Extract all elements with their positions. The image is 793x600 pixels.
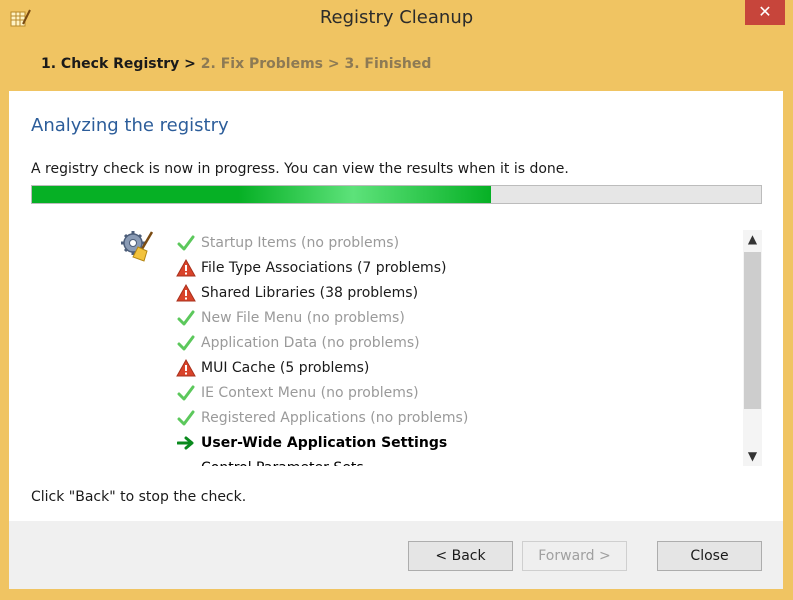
blank-icon <box>175 458 197 467</box>
title-bar: Registry Cleanup ✕ <box>0 0 793 36</box>
page-title: Analyzing the registry <box>31 115 229 136</box>
content-panel: Analyzing the registry A registry check … <box>9 91 783 521</box>
step-check-registry: 1. Check Registry > <box>41 56 196 72</box>
result-label: Registered Applications (no problems) <box>201 409 469 426</box>
window-title: Registry Cleanup <box>319 7 474 28</box>
close-window-button[interactable]: ✕ <box>745 0 785 25</box>
result-item: User-Wide Application Settings <box>175 430 735 455</box>
result-item: Startup Items (no problems) <box>175 230 735 255</box>
warning-icon <box>175 283 197 303</box>
wizard-steps: 1. Check Registry > 2. Fix Problems > 3.… <box>41 56 431 72</box>
results-list: Startup Items (no problems) File Type Ass… <box>175 230 735 466</box>
result-item: File Type Associations (7 problems) <box>175 255 735 280</box>
progress-bar <box>31 185 762 204</box>
check-icon <box>175 383 197 403</box>
results-scrollbar[interactable]: ▲ ▼ <box>743 230 762 466</box>
scroll-down-arrow-icon[interactable]: ▼ <box>743 447 762 466</box>
result-item: Registered Applications (no problems) <box>175 405 735 430</box>
stop-instruction: Click "Back" to stop the check. <box>31 489 247 505</box>
check-icon <box>175 333 197 353</box>
button-bar: < Back Forward > Close <box>9 521 783 589</box>
scroll-up-arrow-icon[interactable]: ▲ <box>743 230 762 249</box>
result-label: Startup Items (no problems) <box>201 234 400 251</box>
close-button[interactable]: Close <box>657 541 762 571</box>
result-item: Shared Libraries (38 problems) <box>175 280 735 305</box>
step-fix-problems: 2. Fix Problems > <box>200 56 340 72</box>
step-finished: 3. Finished <box>344 56 432 72</box>
arrow-right-icon <box>175 433 197 453</box>
result-label: Shared Libraries (38 problems) <box>201 284 419 301</box>
progress-bar-fill <box>32 186 492 203</box>
result-item: IE Context Menu (no problems) <box>175 380 735 405</box>
check-icon <box>175 233 197 253</box>
result-item: New File Menu (no problems) <box>175 305 735 330</box>
progress-description: A registry check is now in progress. You… <box>31 161 569 177</box>
forward-button[interactable]: Forward > <box>522 541 627 571</box>
warning-icon <box>175 258 197 278</box>
result-label: User-Wide Application Settings <box>201 434 448 451</box>
scrollbar-thumb[interactable] <box>744 252 761 409</box>
result-item: Application Data (no problems) <box>175 330 735 355</box>
check-icon <box>175 308 197 328</box>
result-item: Control Parameter Sets <box>175 455 735 467</box>
result-label: File Type Associations (7 problems) <box>201 259 447 276</box>
warning-icon <box>175 358 197 378</box>
result-label: Application Data (no problems) <box>201 334 420 351</box>
check-icon <box>175 408 197 428</box>
result-label: New File Menu (no problems) <box>201 309 405 326</box>
result-label: IE Context Menu (no problems) <box>201 384 419 401</box>
result-item: MUI Cache (5 problems) <box>175 355 735 380</box>
back-button[interactable]: < Back <box>408 541 513 571</box>
gear-broom-icon <box>121 231 154 262</box>
result-label: MUI Cache (5 problems) <box>201 359 370 376</box>
result-label: Control Parameter Sets <box>201 460 364 467</box>
